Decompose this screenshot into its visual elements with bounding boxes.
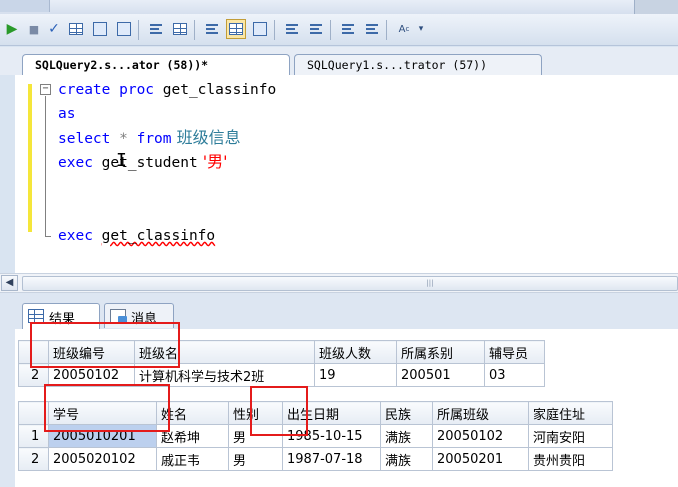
column-header[interactable]: 所属系别: [396, 340, 485, 364]
table-cell[interactable]: 19: [314, 363, 397, 387]
table-cell[interactable]: 满族: [380, 424, 433, 448]
toolbar-separator: [194, 20, 195, 40]
results-to-file-icon[interactable]: [250, 19, 270, 39]
table-cell[interactable]: 戚正韦: [156, 447, 229, 471]
outline-end: [45, 236, 51, 237]
menu-strip: [0, 0, 678, 14]
sql-editor-toolbar: ▶ ■ ✓ Ac ▾: [0, 14, 678, 46]
text-cursor-icon: I: [116, 150, 127, 171]
include-plan-icon[interactable]: [146, 19, 166, 39]
intellisense-icon[interactable]: [114, 19, 134, 39]
column-header[interactable]: 民族: [380, 401, 433, 425]
table-cell[interactable]: 男: [228, 447, 283, 471]
table-cell[interactable]: 20050201: [432, 447, 529, 471]
messages-icon: [110, 309, 127, 324]
parse-checkmark-icon[interactable]: ✓: [44, 19, 64, 39]
changed-lines-marker: [28, 84, 32, 232]
execute-icon[interactable]: ▶: [2, 19, 22, 39]
keyword: from: [136, 131, 172, 147]
chevron-down-icon[interactable]: ▾: [416, 19, 426, 39]
column-header[interactable]: 所属班级: [432, 401, 529, 425]
collapse-icon[interactable]: −: [40, 84, 51, 95]
code-line-4: exec get_student '男': [58, 152, 228, 172]
results-to-text-icon[interactable]: [202, 19, 222, 39]
query-options-icon[interactable]: [90, 19, 110, 39]
code-line-5: exec get_classinfo: [58, 226, 215, 246]
outline-line: [45, 96, 46, 236]
toolbar-separator: [274, 20, 275, 40]
toolbar-stub: [0, 0, 50, 12]
identifier: get_classinfo: [154, 82, 277, 98]
code-line-3: select * from 班级信息: [58, 128, 241, 148]
highlight-box: [250, 386, 308, 436]
table-cell[interactable]: 1987-07-18: [282, 447, 381, 471]
document-tabstrip: SQLQuery2.s...ator (58))* SQLQuery1.s...…: [0, 47, 678, 76]
decrease-indent-icon[interactable]: [338, 19, 358, 39]
keyword: exec: [58, 155, 93, 171]
keyword: select: [58, 131, 111, 147]
column-header[interactable]: 班级人数: [314, 340, 397, 364]
table-cell[interactable]: 20050102: [432, 424, 529, 448]
client-statistics-icon[interactable]: [170, 19, 190, 39]
table-name: 班级信息: [171, 128, 241, 147]
template-parameters-icon[interactable]: Ac: [394, 19, 414, 39]
table-cell[interactable]: 2005020102: [48, 447, 157, 471]
keyword: as: [58, 106, 76, 122]
column-header[interactable]: 家庭住址: [528, 401, 613, 425]
estimated-plan-icon[interactable]: [66, 19, 86, 39]
scroll-left-icon[interactable]: ◀: [1, 275, 18, 291]
table-cell[interactable]: 200501: [396, 363, 485, 387]
toolbar-separator: [330, 20, 331, 40]
toolbar-separator: [386, 20, 387, 40]
identifier-error: get_classinfo: [101, 228, 216, 244]
operator: *: [110, 131, 137, 147]
comment-out-icon[interactable]: [282, 19, 302, 39]
stop-icon[interactable]: ■: [24, 19, 44, 39]
editor-hscrollbar[interactable]: ◀ |||: [0, 273, 678, 293]
table-row[interactable]: 2 2005020102 戚正韦 男 1987-07-18 满族 2005020…: [18, 447, 613, 471]
toolbar-separator: [138, 20, 139, 40]
highlight-box: [30, 322, 180, 368]
toolbar-overflow[interactable]: [634, 0, 678, 14]
highlight-box: [44, 384, 170, 432]
tab-sqlquery2[interactable]: SQLQuery2.s...ator (58))*: [22, 54, 290, 76]
identifier: get_student: [92, 155, 198, 171]
grid-icon: [28, 309, 44, 323]
table-cell[interactable]: 河南安阳: [528, 424, 613, 448]
column-header[interactable]: 辅导员: [484, 340, 545, 364]
code-line-1: create proc get_classinfo: [58, 80, 276, 100]
keyword: exec: [58, 228, 93, 244]
results-to-grid-icon[interactable]: [226, 19, 246, 39]
table-cell[interactable]: 03: [484, 363, 545, 387]
uncomment-icon[interactable]: [306, 19, 326, 39]
scroll-thumb[interactable]: [22, 276, 678, 291]
tab-sqlquery1[interactable]: SQLQuery1.s...trator (57)): [294, 54, 542, 75]
string-literal: '男': [197, 152, 228, 171]
code-line-2: as: [58, 104, 75, 124]
table-cell[interactable]: 满族: [380, 447, 433, 471]
scroll-grip-icon: |||: [426, 279, 434, 287]
keyword: create proc: [58, 82, 155, 98]
row-number[interactable]: 2: [18, 447, 49, 471]
increase-indent-icon[interactable]: [362, 19, 382, 39]
table-cell[interactable]: 贵州贵阳: [528, 447, 613, 471]
